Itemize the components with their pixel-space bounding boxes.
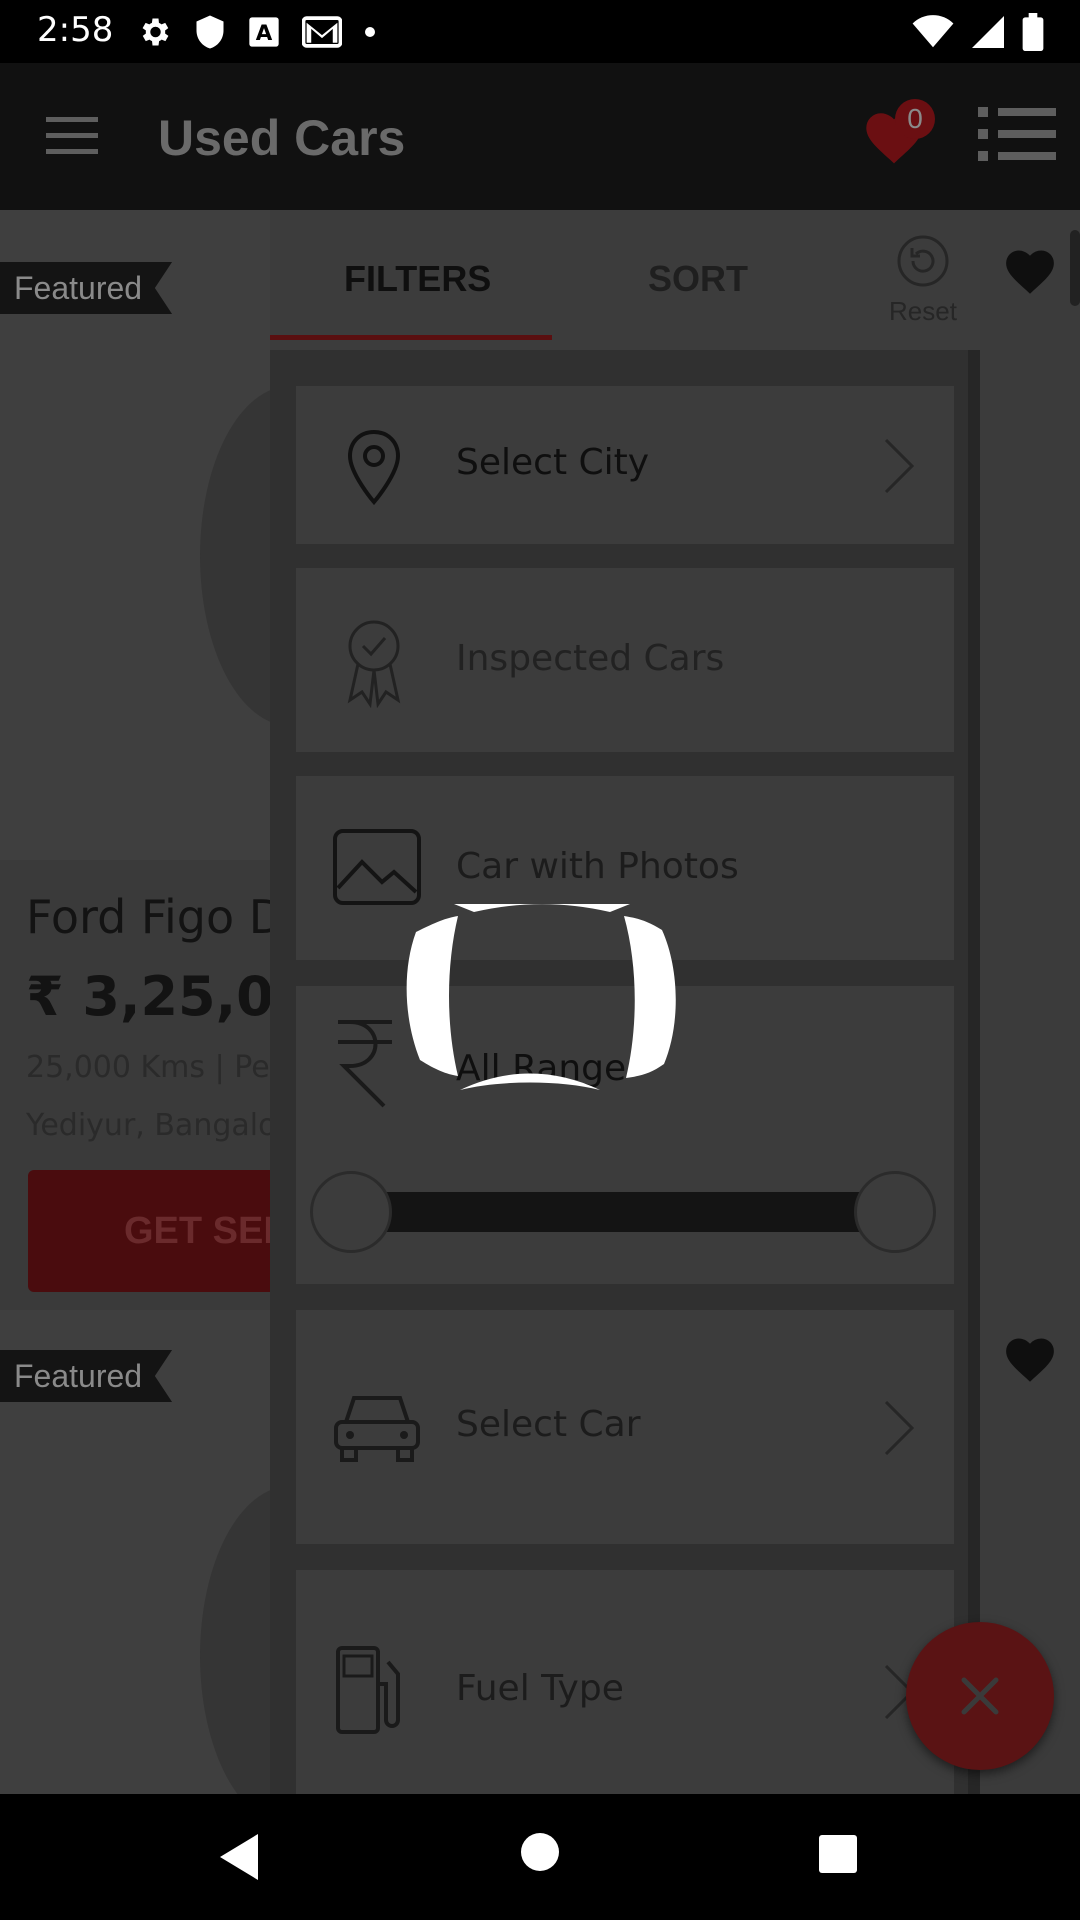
featured-tag: Featured — [0, 262, 173, 314]
photo-icon — [333, 829, 421, 905]
filter-label: Select City — [456, 442, 650, 483]
fuel-pump-icon — [336, 1646, 400, 1734]
shield-icon — [196, 15, 224, 49]
filter-label: Fuel Type — [456, 1668, 624, 1709]
dot-icon — [365, 27, 375, 37]
gmail-icon — [302, 16, 342, 48]
status-system-icons — [894, 12, 1044, 52]
reset-button[interactable]: Reset — [868, 234, 978, 327]
reset-label: Reset — [889, 296, 957, 326]
favorite-heart-icon[interactable] — [1002, 1334, 1058, 1384]
chevron-right-icon — [884, 1400, 915, 1456]
filter-label: Car with Photos — [456, 846, 739, 887]
chevron-right-icon — [884, 438, 915, 494]
svg-text:A: A — [256, 21, 273, 46]
car-location: Yediyur, Bangalo — [26, 1108, 277, 1143]
tab-filters[interactable]: FILTERS — [344, 258, 491, 300]
filter-inspected-cars[interactable]: Inspected Cars — [296, 568, 954, 752]
font-a-icon: A — [249, 17, 279, 47]
app-bar: Used Cars 0 — [0, 63, 1080, 210]
active-tab-indicator — [270, 335, 552, 340]
filter-select-city[interactable]: Select City — [296, 386, 954, 544]
close-filters-button[interactable] — [906, 1622, 1054, 1770]
range-max-handle[interactable] — [854, 1171, 936, 1253]
close-icon — [961, 1677, 999, 1715]
car-meta: 25,000 Kms | Pe — [26, 1050, 270, 1085]
tab-sort[interactable]: SORT — [648, 258, 748, 300]
location-pin-icon — [347, 429, 401, 506]
car-icon — [334, 1396, 420, 1462]
page-title: Used Cars — [158, 110, 406, 166]
filter-label: Inspected Cars — [456, 638, 725, 679]
status-time: 2:58 — [37, 10, 114, 50]
range-min-handle[interactable] — [310, 1171, 392, 1253]
drawer-scrollbar[interactable] — [968, 350, 980, 1794]
filter-select-car[interactable]: Select Car — [296, 1310, 954, 1544]
back-icon[interactable] — [218, 1832, 260, 1882]
status-bar: 2:58 A — [0, 0, 1080, 63]
filter-fuel-type[interactable]: Fuel Type — [296, 1570, 954, 1794]
car-name[interactable]: Ford Figo D — [26, 890, 284, 944]
wishlist-count-badge: 0 — [895, 99, 935, 139]
list-view-icon[interactable] — [978, 105, 1056, 163]
price-range-slider[interactable] — [352, 1192, 896, 1232]
system-nav-bar — [0, 1794, 1080, 1920]
loading-spinner-icon — [406, 904, 676, 1090]
dim-overlay-strip — [980, 210, 1080, 1794]
signal-icon — [972, 16, 1004, 48]
home-icon[interactable] — [520, 1832, 560, 1872]
favorite-heart-icon[interactable] — [1002, 246, 1058, 296]
filter-tabs: FILTERS SORT Reset — [270, 210, 980, 350]
settings-icon — [142, 18, 169, 46]
recent-apps-icon[interactable] — [818, 1834, 858, 1874]
rupee-icon — [338, 1020, 392, 1108]
reset-icon — [897, 235, 949, 287]
hamburger-menu-icon[interactable] — [46, 115, 98, 155]
page-scrollbar[interactable] — [1070, 230, 1080, 306]
featured-tag: Featured — [0, 1350, 173, 1402]
certified-badge-icon — [347, 620, 401, 709]
status-notification-icons: A — [136, 12, 398, 52]
battery-icon — [1022, 13, 1044, 51]
wifi-icon — [912, 15, 954, 48]
filter-label: Select Car — [456, 1404, 641, 1445]
